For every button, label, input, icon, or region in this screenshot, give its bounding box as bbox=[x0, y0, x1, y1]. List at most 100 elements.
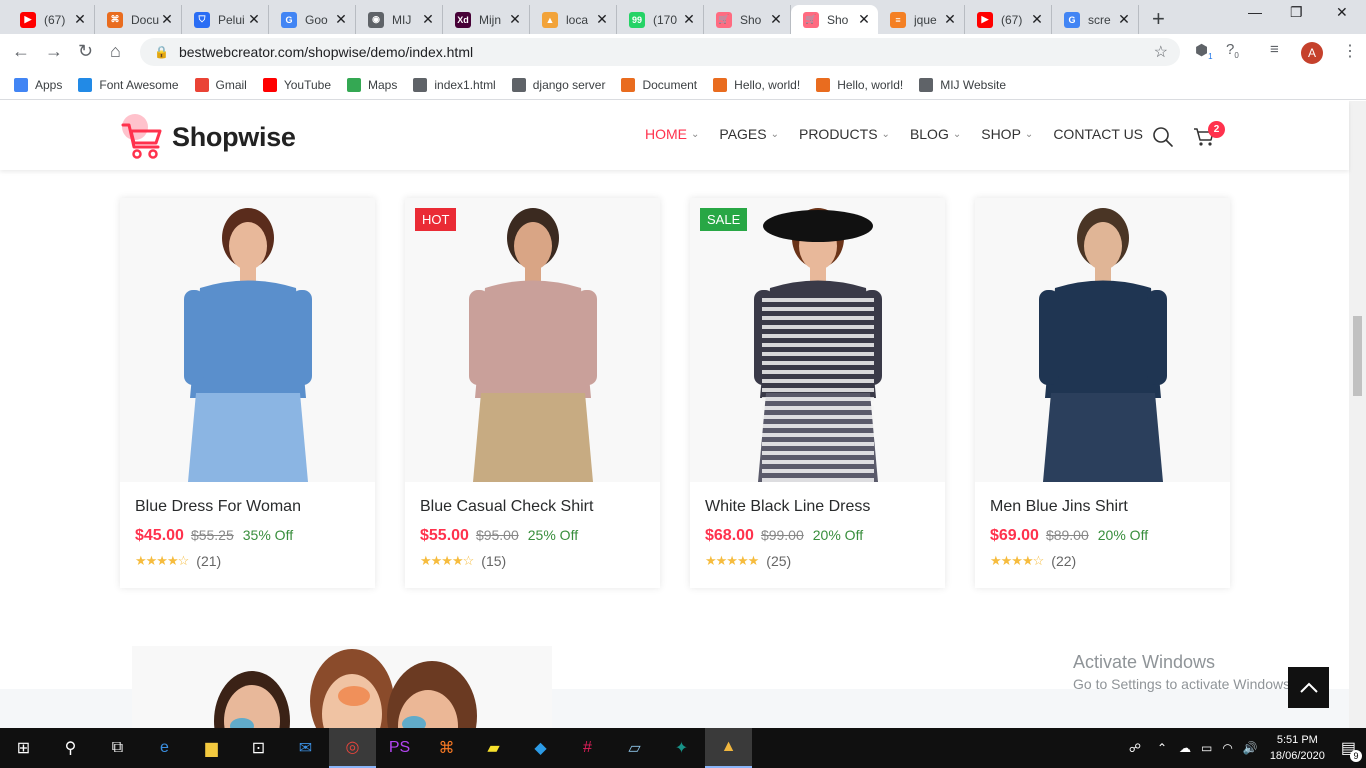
product-name[interactable]: Blue Dress For Woman bbox=[135, 498, 301, 516]
bookmark-item[interactable]: index1.html bbox=[413, 77, 496, 92]
browser-tab[interactable]: 99 (170 ✕ bbox=[617, 5, 704, 34]
bookmark-item[interactable]: django server bbox=[511, 77, 605, 92]
bookmark-star-icon[interactable]: ☆ bbox=[1154, 42, 1168, 62]
product-image-frame[interactable]: SALE bbox=[690, 198, 945, 482]
page-scrollbar[interactable] bbox=[1349, 101, 1366, 728]
product-name[interactable]: White Black Line Dress bbox=[705, 498, 870, 516]
nav-item-blog[interactable]: BLOG ⌄ bbox=[910, 126, 961, 142]
wifi-icon[interactable]: ◠ bbox=[1222, 741, 1232, 755]
bookmark-item[interactable]: Font Awesome bbox=[78, 77, 179, 92]
slack-icon[interactable]: # bbox=[564, 728, 611, 768]
close-tab-icon[interactable]: ✕ bbox=[856, 11, 872, 28]
browser-tab[interactable]: Gscre ✕ bbox=[1052, 5, 1139, 34]
bookmark-item[interactable]: Hello, world! bbox=[816, 77, 903, 92]
battery-icon[interactable]: ▭ bbox=[1201, 741, 1212, 755]
bookmark-item[interactable]: Maps bbox=[347, 77, 397, 92]
store-icon[interactable]: ⊡ bbox=[235, 728, 282, 768]
home-icon[interactable]: ⌂ bbox=[110, 41, 121, 62]
browser-tab[interactable]: ◉ MIJ ✕ bbox=[356, 5, 443, 34]
mail-icon[interactable]: ✉ bbox=[282, 728, 329, 768]
product-card[interactable]: SALE White Black Line Dress $68.00 $99.00 20… bbox=[690, 198, 945, 588]
close-tab-icon[interactable]: ✕ bbox=[72, 11, 88, 28]
sticky-notes-icon[interactable]: ▰ bbox=[470, 728, 517, 768]
reading-list-icon[interactable]: ≡ bbox=[1270, 41, 1279, 58]
product-image-frame[interactable] bbox=[975, 198, 1230, 482]
xampp-icon[interactable]: ⌘ bbox=[423, 728, 470, 768]
close-tab-icon[interactable]: ✕ bbox=[768, 11, 784, 28]
notepad-icon[interactable]: ▱ bbox=[611, 728, 658, 768]
vscode-icon[interactable]: ◆ bbox=[517, 728, 564, 768]
browser-tab[interactable]: ▶ (67) ✕ bbox=[8, 5, 95, 34]
clock[interactable]: 5:51 PM 18/06/2020 bbox=[1270, 732, 1325, 764]
browser-tab[interactable]: ≡ jque ✕ bbox=[878, 5, 965, 34]
browser-tab[interactable]: ▶ (67) ✕ bbox=[965, 5, 1052, 34]
product-name[interactable]: Blue Casual Check Shirt bbox=[420, 498, 593, 516]
product-name[interactable]: Men Blue Jins Shirt bbox=[990, 498, 1128, 516]
edge-icon[interactable]: e bbox=[141, 728, 188, 768]
product-image-frame[interactable] bbox=[120, 198, 375, 482]
product-card[interactable]: Men Blue Jins Shirt $69.00 $89.00 20% Off ★★… bbox=[975, 198, 1230, 588]
clock-time: 5:51 PM bbox=[1276, 734, 1318, 746]
scrollbar-thumb[interactable] bbox=[1353, 316, 1362, 396]
extension-icon[interactable]: ⬢1 bbox=[1195, 41, 1213, 61]
nav-item-products[interactable]: PRODUCTS ⌄ bbox=[799, 126, 890, 142]
close-tab-icon[interactable]: ✕ bbox=[681, 11, 697, 28]
close-tab-icon[interactable]: ✕ bbox=[1029, 11, 1045, 28]
menu-icon[interactable]: ⋮ bbox=[1342, 41, 1358, 61]
search-icon[interactable]: ⚲ bbox=[47, 728, 94, 768]
close-tab-icon[interactable]: ✕ bbox=[246, 11, 262, 28]
address-bar[interactable]: 🔒 bestwebcreator.com/shopwise/demo/index… bbox=[140, 38, 1180, 66]
people-icon[interactable]: ☍ bbox=[1129, 741, 1141, 755]
close-tab-icon[interactable]: ✕ bbox=[420, 11, 436, 28]
forward-icon[interactable]: → bbox=[45, 41, 63, 62]
product-image-frame[interactable]: HOT bbox=[405, 198, 660, 482]
chrome-icon[interactable]: ◎ bbox=[329, 728, 376, 768]
browser-tab[interactable]: 🛒 Sho ✕ bbox=[704, 5, 791, 34]
task-view-icon[interactable]: ⧉ bbox=[94, 728, 141, 768]
git-kraken-icon[interactable]: ✦ bbox=[658, 728, 705, 768]
bookmark-item[interactable]: MIJ Website bbox=[919, 77, 1006, 92]
photos-icon[interactable]: ▲ bbox=[705, 728, 752, 768]
browser-tab[interactable]: ▲ loca ✕ bbox=[530, 5, 617, 34]
phpstorm-icon[interactable]: PS bbox=[376, 728, 423, 768]
nav-item-pages[interactable]: PAGES ⌄ bbox=[719, 126, 779, 142]
bookmark-item[interactable]: Document bbox=[621, 77, 697, 92]
browser-tab[interactable]: G Goo ✕ bbox=[269, 5, 356, 34]
new-tab-icon[interactable]: + bbox=[1152, 6, 1165, 32]
browser-tab[interactable]: ⌘ Docu ✕ bbox=[95, 5, 182, 34]
browser-tab[interactable]: 🛒 Sho ✕ bbox=[791, 5, 878, 34]
browser-tab[interactable]: ⛉ Pelui ✕ bbox=[182, 5, 269, 34]
close-tab-icon[interactable]: ✕ bbox=[333, 11, 349, 28]
product-card[interactable]: HOT Blue Casual Check Shirt $55.00 $95.00 25… bbox=[405, 198, 660, 588]
browser-tab[interactable]: Xd Mijn ✕ bbox=[443, 5, 530, 34]
close-tab-icon[interactable]: ✕ bbox=[507, 11, 523, 28]
search-icon[interactable] bbox=[1152, 126, 1174, 148]
chevron-up-icon[interactable]: ⌃ bbox=[1157, 741, 1167, 755]
onedrive-icon[interactable]: ☁ bbox=[1179, 741, 1191, 755]
close-tab-icon[interactable]: ✕ bbox=[594, 11, 610, 28]
profile-avatar[interactable]: A bbox=[1301, 42, 1323, 64]
product-card[interactable]: Blue Dress For Woman $45.00 $55.25 35% Off ★… bbox=[120, 198, 375, 588]
close-window-icon[interactable]: ✕ bbox=[1336, 4, 1348, 21]
nav-item-contact-us[interactable]: CONTACT US bbox=[1053, 126, 1143, 142]
extension-icon[interactable]: ?0 bbox=[1226, 41, 1239, 60]
bookmark-item[interactable]: Hello, world! bbox=[713, 77, 800, 92]
bookmark-item[interactable]: Apps bbox=[14, 77, 62, 92]
close-tab-icon[interactable]: ✕ bbox=[1116, 11, 1132, 28]
windows-icon[interactable]: ⊞ bbox=[0, 728, 47, 768]
file-explorer-icon[interactable]: ▆ bbox=[188, 728, 235, 768]
minimize-icon[interactable]: — bbox=[1248, 4, 1262, 20]
maximize-icon[interactable]: ❐ bbox=[1290, 4, 1303, 21]
nav-item-shop[interactable]: SHOP ⌄ bbox=[981, 126, 1033, 142]
nav-item-home[interactable]: HOME ⌄ bbox=[645, 126, 699, 142]
bookmark-item[interactable]: YouTube bbox=[262, 77, 331, 92]
site-logo[interactable]: Shopwise bbox=[120, 113, 296, 161]
bookmark-item[interactable]: Gmail bbox=[194, 77, 247, 92]
scroll-to-top-button[interactable] bbox=[1288, 667, 1329, 708]
close-tab-icon[interactable]: ✕ bbox=[942, 11, 958, 28]
back-icon[interactable]: ← bbox=[12, 41, 30, 62]
reload-icon[interactable]: ↻ bbox=[78, 41, 93, 62]
volume-icon[interactable]: 🔊 bbox=[1243, 741, 1258, 755]
notification-center-icon[interactable]: ▤ 9 bbox=[1341, 738, 1362, 762]
close-tab-icon[interactable]: ✕ bbox=[159, 11, 175, 28]
